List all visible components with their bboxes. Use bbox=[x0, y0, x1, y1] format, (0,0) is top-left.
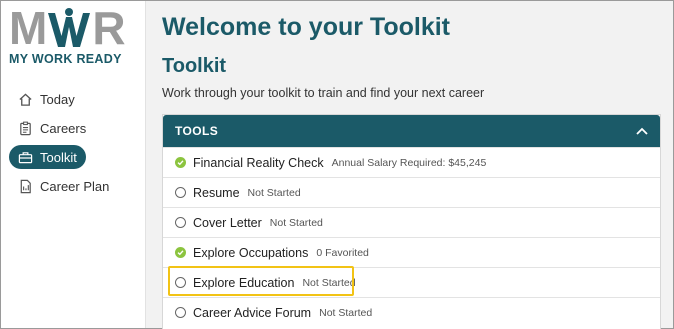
main-content: Welcome to your Toolkit Toolkit Work thr… bbox=[146, 1, 673, 329]
logo-letter-r: R bbox=[92, 2, 125, 54]
tools-header-label: TOOLS bbox=[175, 124, 219, 138]
tool-row-explore-education[interactable]: Explore Education Not Started bbox=[163, 267, 660, 297]
sidebar-item-careers[interactable]: Careers bbox=[9, 116, 139, 140]
empty-circle-icon bbox=[175, 217, 186, 228]
tool-row-career-advice-forum[interactable]: Career Advice Forum Not Started bbox=[163, 297, 660, 327]
tool-status: Not Started bbox=[269, 216, 323, 229]
empty-circle-icon bbox=[175, 187, 186, 198]
tool-row-cover-letter[interactable]: Cover Letter Not Started bbox=[163, 207, 660, 237]
sidebar-item-label: Today bbox=[40, 91, 75, 107]
tools-panel: TOOLS Financial Reality Check Annual Sal… bbox=[162, 114, 661, 329]
logo-tagline: MY WORK READY bbox=[9, 52, 122, 66]
home-icon bbox=[17, 91, 33, 107]
sidebar-item-label: Toolkit bbox=[40, 149, 77, 165]
tool-label[interactable]: Explore Occupations bbox=[193, 246, 308, 260]
page-title: Welcome to your Toolkit bbox=[162, 13, 450, 41]
tool-label[interactable]: Career Advice Forum bbox=[193, 306, 311, 320]
tool-status: Not Started bbox=[319, 306, 373, 319]
toolbox-icon bbox=[17, 149, 33, 165]
check-circle-icon bbox=[175, 157, 186, 168]
logo[interactable]: M W R MY WORK READY bbox=[9, 2, 135, 66]
tool-status: Not Started bbox=[247, 186, 301, 199]
sidebar-item-label: Careers bbox=[40, 120, 87, 136]
tool-label[interactable]: Resume bbox=[193, 186, 240, 200]
tool-status: Annual Salary Required: $45,245 bbox=[331, 156, 487, 169]
logo-letter-m: M bbox=[9, 2, 47, 54]
tool-row-explore-occupations[interactable]: Explore Occupations 0 Favorited bbox=[163, 237, 660, 267]
tool-status: Not Started bbox=[302, 276, 356, 289]
empty-circle-icon bbox=[175, 277, 186, 288]
sidebar-item-toolkit[interactable]: Toolkit bbox=[9, 145, 86, 169]
section-description: Work through your toolkit to train and f… bbox=[162, 86, 485, 100]
sidebar-item-career-plan[interactable]: Career Plan bbox=[9, 174, 139, 198]
logo-w-mark: W bbox=[46, 7, 92, 49]
tool-label[interactable]: Financial Reality Check bbox=[193, 156, 324, 170]
check-circle-icon bbox=[175, 247, 186, 258]
tool-label[interactable]: Explore Education bbox=[193, 276, 294, 290]
document-icon bbox=[17, 178, 33, 194]
empty-circle-icon bbox=[175, 307, 186, 318]
tools-panel-header[interactable]: TOOLS bbox=[163, 115, 660, 147]
tool-row-resume[interactable]: Resume Not Started bbox=[163, 177, 660, 207]
sidebar: M W R MY WORK READY Today bbox=[1, 1, 146, 328]
tool-status: 0 Favorited bbox=[316, 246, 369, 259]
tool-label[interactable]: Cover Letter bbox=[193, 216, 262, 230]
sidebar-item-label: Career Plan bbox=[40, 178, 110, 194]
tool-row-financial-reality-check[interactable]: Financial Reality Check Annual Salary Re… bbox=[163, 147, 660, 177]
sidebar-item-today[interactable]: Today bbox=[9, 87, 139, 111]
section-title: Toolkit bbox=[162, 55, 227, 77]
app-window: M W R MY WORK READY Today bbox=[0, 0, 674, 329]
clipboard-icon bbox=[17, 120, 33, 136]
sidebar-nav: Today Careers Toolkit Career Plan bbox=[9, 87, 139, 203]
chevron-up-icon[interactable] bbox=[636, 124, 648, 138]
